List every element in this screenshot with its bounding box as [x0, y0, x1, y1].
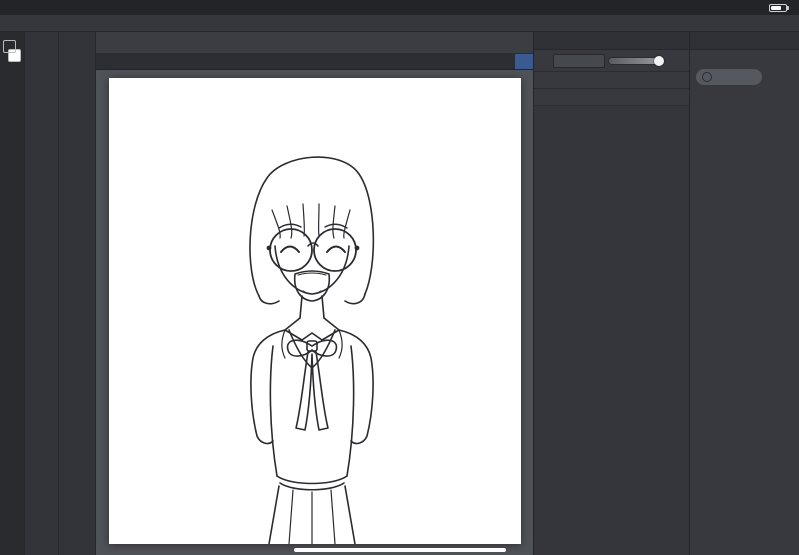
status-right [748, 2, 789, 13]
blend-icon [538, 55, 550, 67]
expression-color-button[interactable] [696, 69, 762, 85]
canvas-drawing [248, 156, 374, 544]
status-bar [0, 0, 799, 15]
layer-buttons-row-2 [534, 89, 689, 106]
canvas-area [96, 70, 533, 555]
layer-buttons-row-1 [534, 72, 689, 89]
layer-property-panel [689, 32, 799, 555]
clip-studio-screen [0, 0, 799, 555]
slider-knob[interactable] [654, 55, 664, 66]
tool-palette [0, 32, 24, 555]
workspace-grid-icon[interactable] [8, 18, 19, 29]
tool-property-palette [58, 32, 95, 555]
layer-panel-header [534, 32, 689, 50]
home-indicator[interactable] [293, 548, 506, 552]
document-area [95, 32, 533, 555]
chevron-down-icon [519, 57, 529, 67]
command-bar [96, 32, 533, 54]
updown-icon [593, 56, 601, 66]
tabs [96, 54, 515, 69]
opacity-slider[interactable] [608, 55, 664, 66]
drag-dots-icon[interactable] [694, 35, 703, 47]
main-content [0, 32, 799, 555]
subtool-palette [24, 32, 58, 555]
layer-panel-icon [550, 35, 561, 46]
property-panel-header [690, 32, 799, 50]
layer-panel [533, 32, 689, 555]
wifi-icon [748, 2, 759, 13]
blend-mode-select[interactable] [553, 53, 605, 68]
layer-property-icon [706, 35, 717, 46]
layer-list [534, 106, 689, 555]
chevron-down-icon [512, 36, 525, 49]
document-tab-bar [96, 54, 533, 70]
battery-icon [769, 3, 789, 12]
drag-dots-icon[interactable] [538, 35, 547, 47]
property-panel-body [690, 50, 799, 90]
tab-list-button[interactable] [515, 54, 533, 69]
layer-controls [534, 50, 689, 72]
color-dot-icon [702, 72, 712, 82]
menu-bar [0, 15, 799, 32]
main-color-swatch[interactable] [3, 40, 16, 53]
commandbar-more-button[interactable] [509, 34, 527, 52]
canvas[interactable] [108, 78, 521, 544]
color-chips [3, 40, 21, 66]
